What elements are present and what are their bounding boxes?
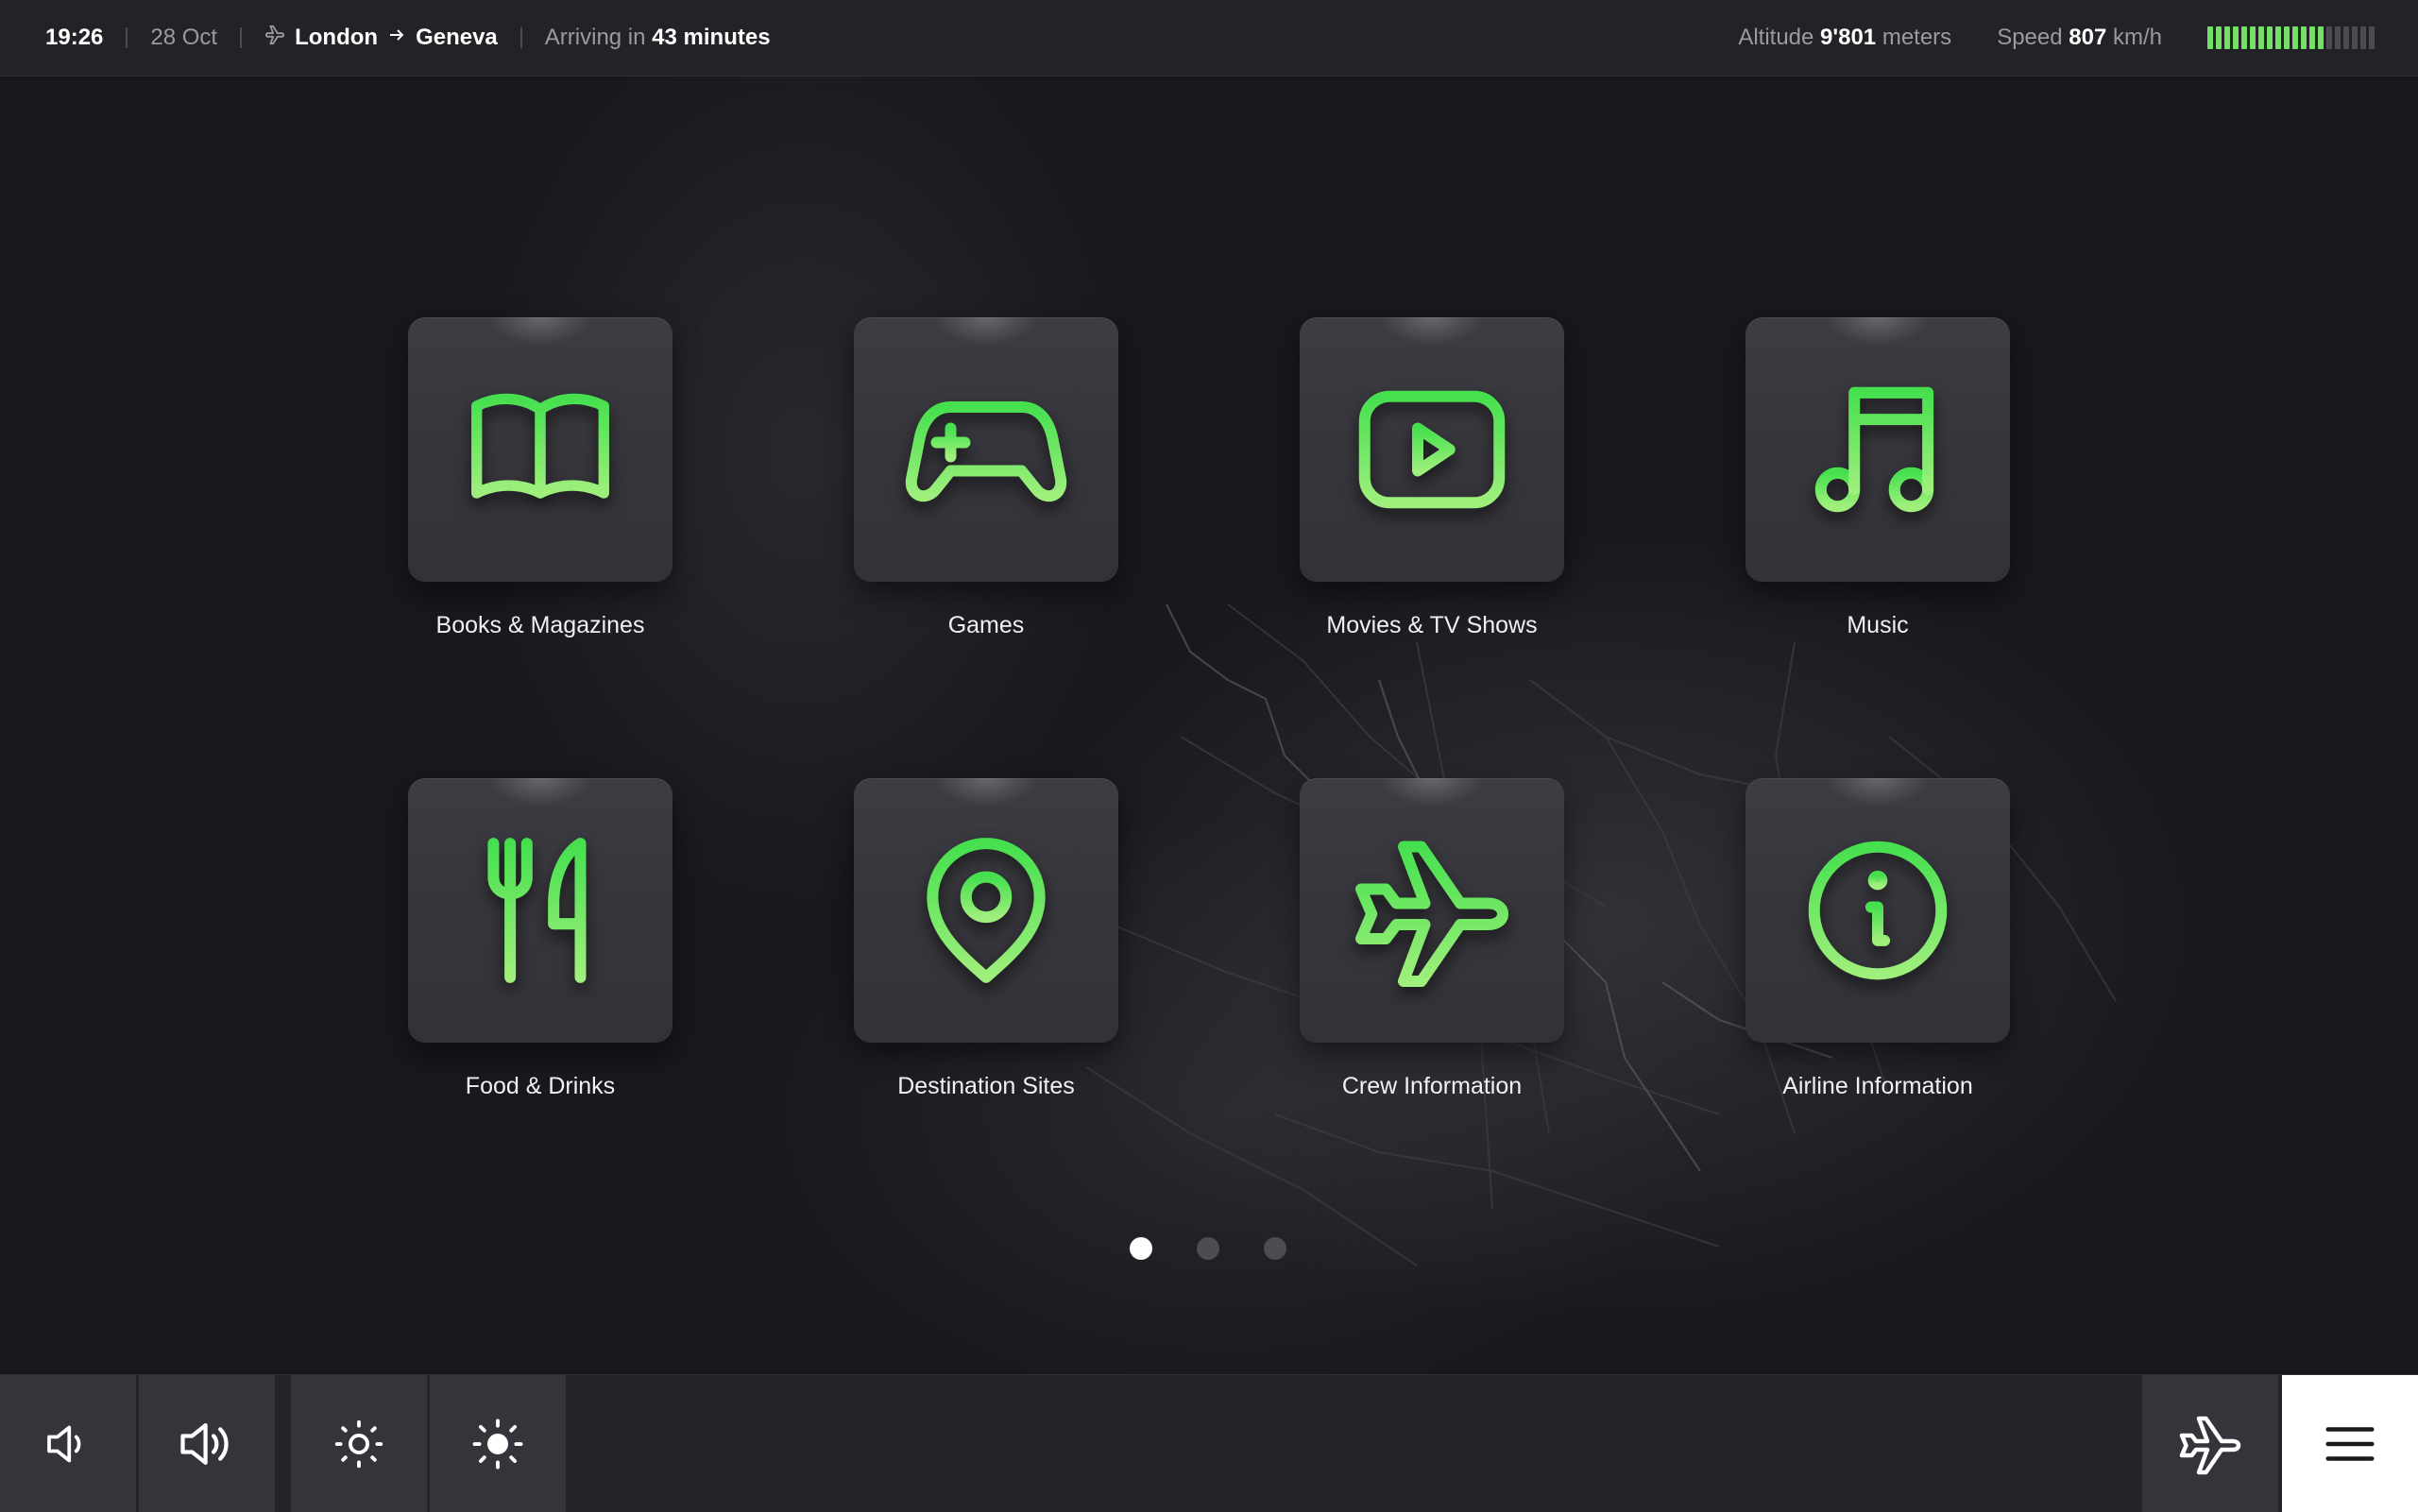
info-icon [1808, 841, 1948, 980]
volume-up-icon [180, 1422, 229, 1465]
play-icon [1358, 390, 1506, 509]
app-movies-tv[interactable]: Movies & TV Shows [1300, 317, 1564, 639]
airplane-icon [2179, 1416, 2241, 1474]
flight-info-button[interactable] [2142, 1375, 2278, 1512]
altitude-unit: meters [1882, 25, 1952, 50]
gamepad-icon [905, 401, 1067, 502]
signal-bar [2352, 26, 2358, 49]
signal-bar [2343, 26, 2349, 49]
signal-bar [2275, 26, 2281, 49]
altitude-value: 9'801 [1820, 25, 1877, 50]
divider [240, 27, 243, 48]
signal-bar [2335, 26, 2341, 49]
date-text: 28 Oct [150, 25, 218, 50]
app-label: Destination Sites [897, 1073, 1075, 1099]
signal-bar [2318, 26, 2324, 49]
app-books-magazines[interactable]: Books & Magazines [408, 317, 673, 639]
signal-bar [2309, 26, 2315, 49]
signal-bar [2292, 26, 2298, 49]
app-tile[interactable] [1300, 778, 1564, 1043]
flight-stats: Altitude 9'801 meters Speed 807 km/h [1693, 25, 2375, 51]
signal-bar [2250, 26, 2256, 49]
speed-stat: Speed 807 km/h [1997, 25, 2162, 51]
app-label: Movies & TV Shows [1326, 612, 1538, 638]
clock-time: 19:26 [45, 25, 104, 50]
menu-icon [2325, 1426, 2375, 1461]
altitude-stat: Altitude 9'801 meters [1738, 25, 1951, 51]
signal-bar [2326, 26, 2332, 49]
app-label: Airline Information [1782, 1073, 1973, 1099]
arrival-time: 43 minutes [652, 25, 771, 50]
arrival-info: Arriving in 43 minutes [545, 25, 771, 51]
bottom-control-bar [0, 1374, 2418, 1512]
speed-value: 807 [2069, 25, 2107, 50]
page-dot-2[interactable] [1197, 1237, 1219, 1260]
brightness-down-button[interactable] [291, 1375, 427, 1512]
map-pin-icon [927, 838, 1046, 983]
volume-down-button[interactable] [0, 1375, 136, 1512]
menu-button[interactable] [2282, 1375, 2418, 1512]
app-tile[interactable] [1745, 778, 2010, 1043]
app-label: Books & Magazines [435, 612, 645, 638]
signal-bar [2284, 26, 2290, 49]
signal-bar [2207, 26, 2213, 49]
page-indicator [1130, 1237, 1286, 1260]
app-tile[interactable] [408, 317, 673, 582]
app-tile[interactable] [854, 778, 1118, 1043]
origin-city: London [295, 25, 379, 50]
app-crew-information[interactable]: Crew Information [1300, 778, 1564, 1100]
altitude-label: Altitude [1738, 25, 1814, 50]
app-food-drinks[interactable]: Food & Drinks [408, 778, 673, 1100]
music-note-icon [1814, 386, 1934, 513]
signal-bar [2241, 26, 2247, 49]
signal-bar [2360, 26, 2366, 49]
signal-strength-meter [2207, 26, 2375, 49]
divider [519, 27, 522, 48]
arrival-prefix: Arriving in [544, 25, 646, 50]
status-bar: 19:26 28 Oct London Geneva Arriving in 4… [0, 0, 2418, 76]
flight-map-background [0, 76, 2418, 1374]
page-dot-1[interactable] [1130, 1237, 1152, 1260]
app-tile[interactable] [1300, 317, 1564, 582]
app-tile[interactable] [1745, 317, 2010, 582]
airplane-icon [1355, 841, 1508, 987]
destination-city: Geneva [416, 25, 498, 50]
app-label: Music [1847, 612, 1909, 638]
signal-bar [2301, 26, 2307, 49]
signal-bar [2224, 26, 2230, 49]
fork-knife-icon [487, 838, 587, 983]
app-games[interactable]: Games [854, 317, 1118, 639]
app-label: Food & Drinks [465, 1073, 616, 1099]
signal-bar [2233, 26, 2239, 49]
app-airline-information[interactable]: Airline Information [1745, 778, 2010, 1100]
app-tile[interactable] [408, 778, 673, 1043]
speed-label: Speed [1997, 25, 2063, 50]
brightness-down-icon [334, 1419, 383, 1468]
app-label: Crew Information [1341, 1073, 1523, 1099]
brightness-up-icon [472, 1419, 523, 1469]
app-destination-sites[interactable]: Destination Sites [854, 778, 1118, 1100]
volume-down-icon [47, 1425, 81, 1462]
book-icon [471, 393, 609, 499]
app-label: Games [947, 612, 1025, 638]
app-tile[interactable] [854, 317, 1118, 582]
flight-route: London Geneva [264, 25, 498, 51]
signal-bar [2258, 26, 2264, 49]
signal-bar [2369, 26, 2375, 49]
signal-bar [2216, 26, 2222, 49]
brightness-up-button[interactable] [430, 1375, 566, 1512]
speed-unit: km/h [2112, 25, 2162, 50]
signal-bar [2267, 26, 2273, 49]
app-music[interactable]: Music [1745, 317, 2010, 639]
volume-up-button[interactable] [139, 1375, 275, 1512]
divider [126, 27, 128, 48]
page-dot-3[interactable] [1264, 1237, 1286, 1260]
airplane-icon [264, 25, 285, 51]
arrow-right-icon [387, 25, 406, 51]
